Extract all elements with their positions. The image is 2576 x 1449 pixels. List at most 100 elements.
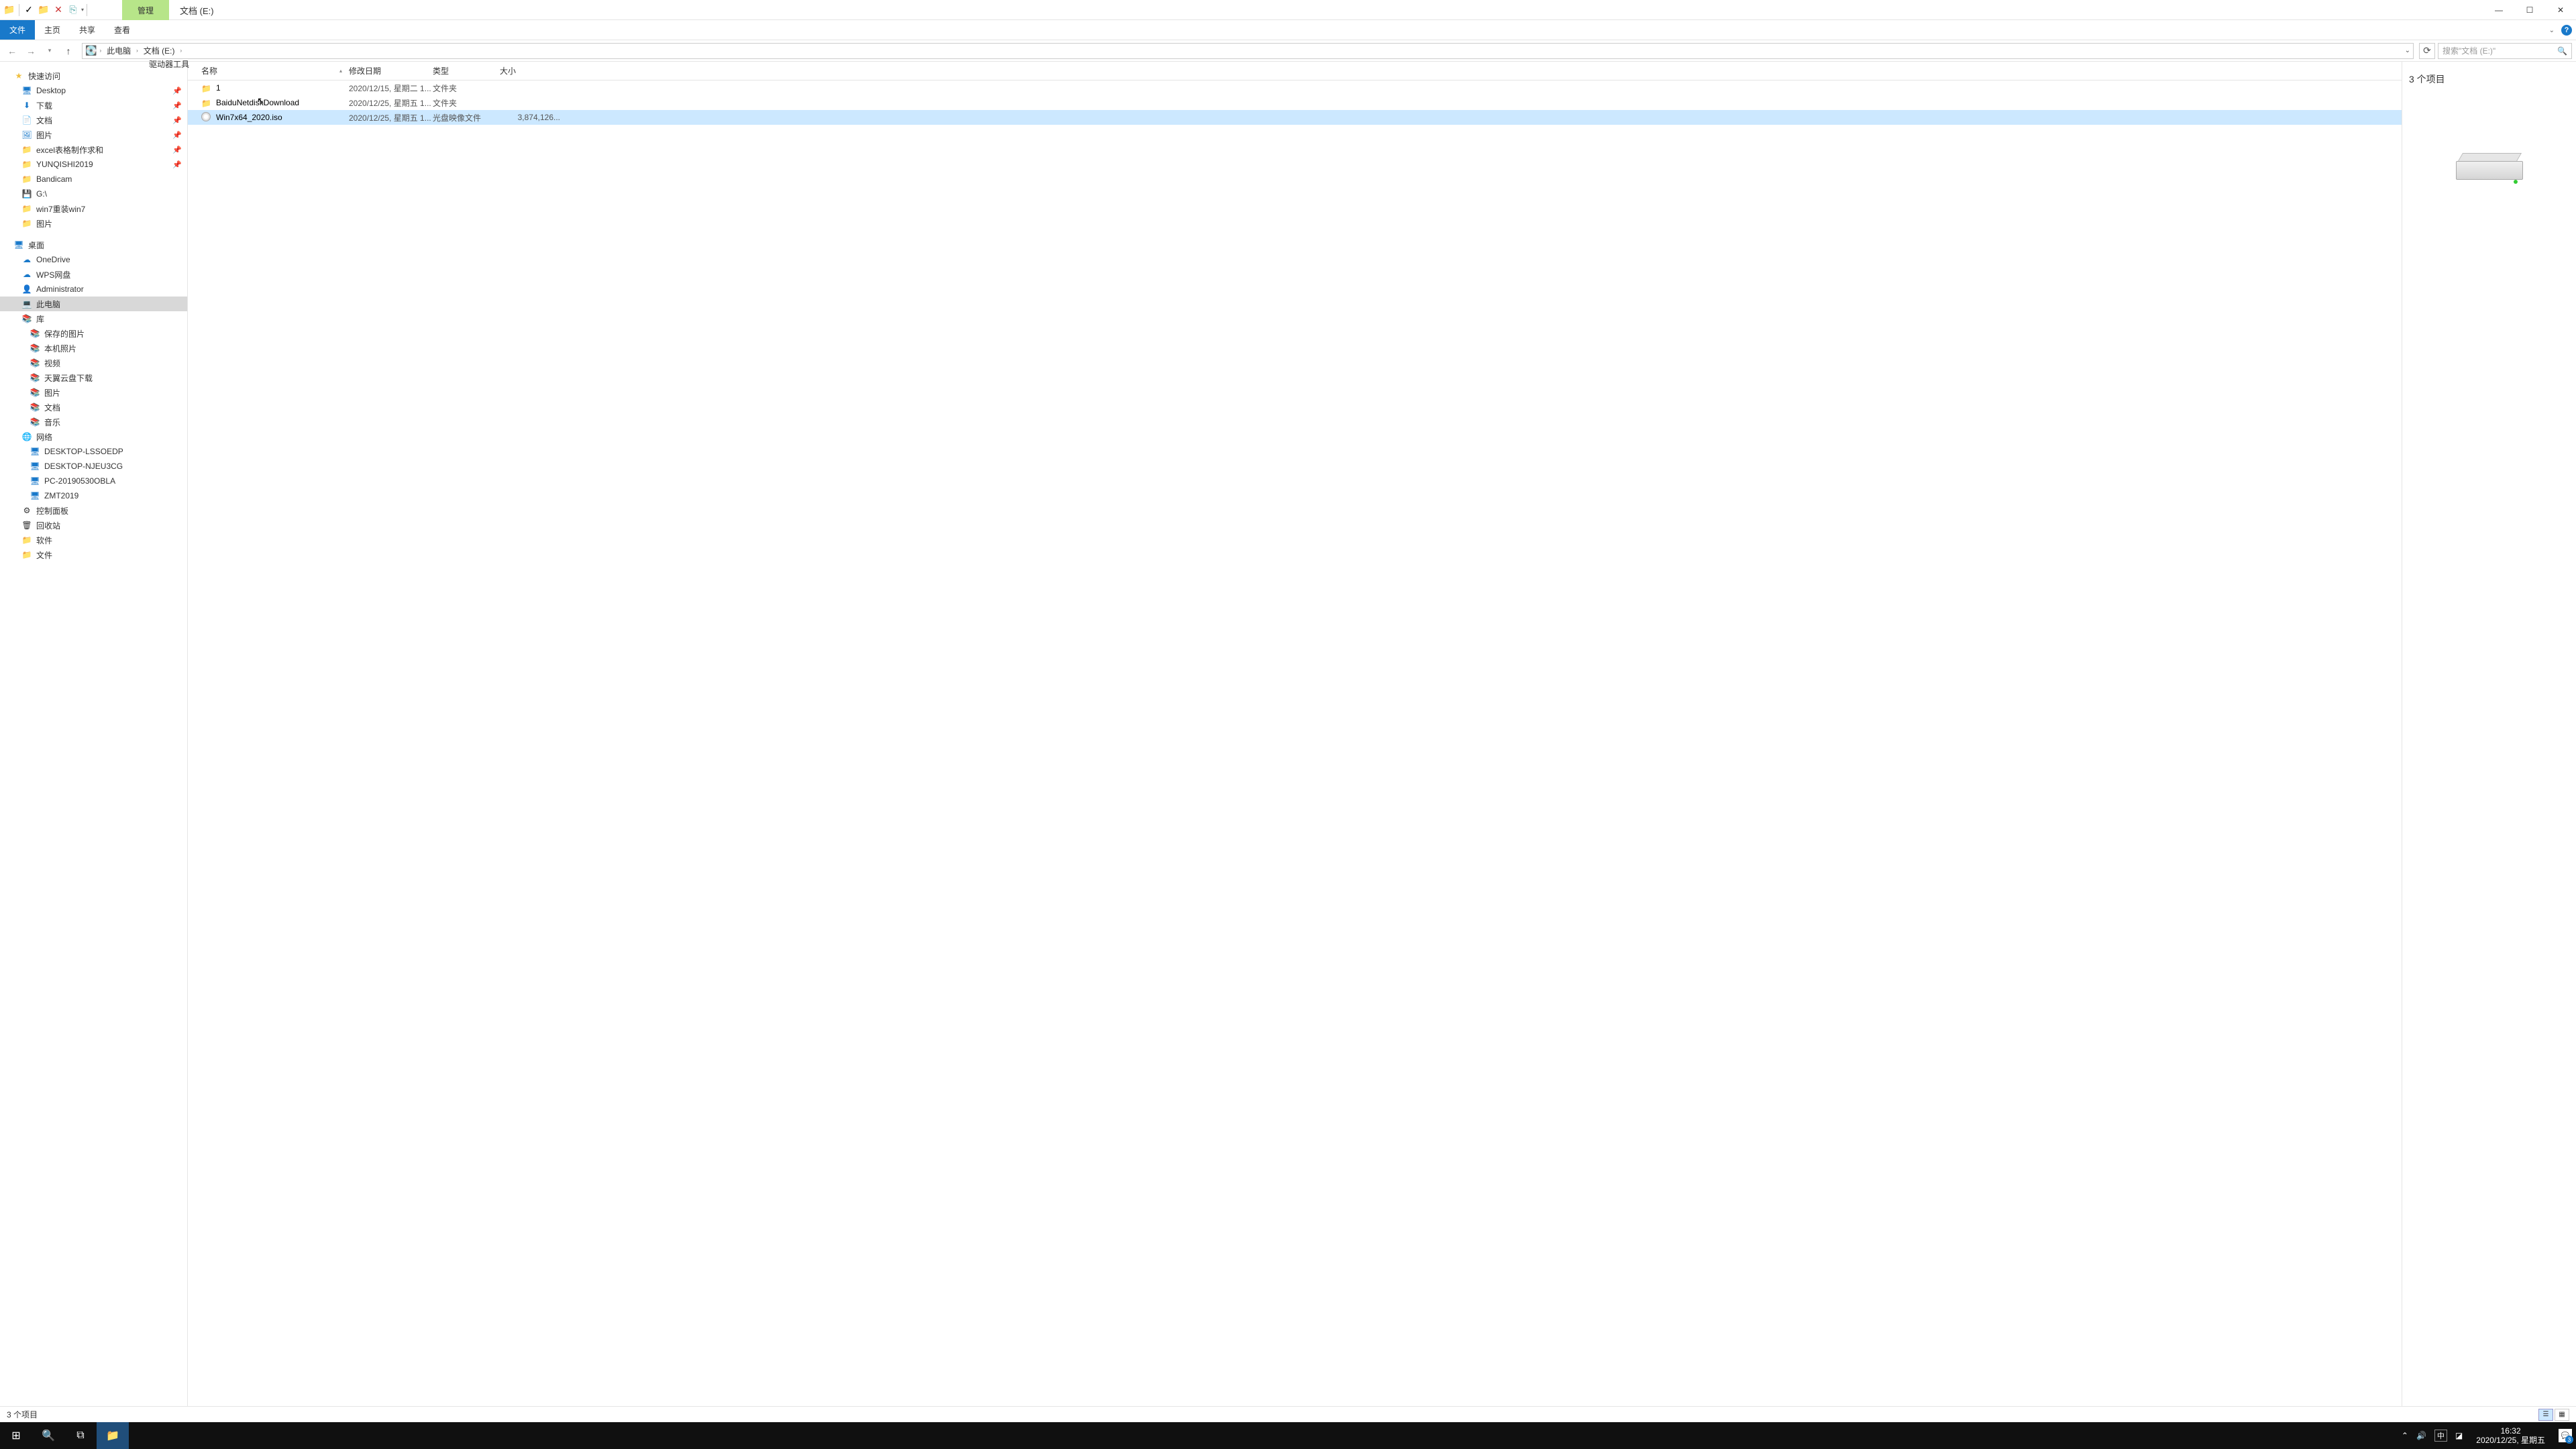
tree-item[interactable]: 📚文档 <box>0 400 187 415</box>
minimize-button[interactable]: — <box>2483 0 2514 20</box>
tree-item-label: 图片 <box>36 129 52 141</box>
tree-item[interactable]: 📚保存的图片 <box>0 326 187 341</box>
tree-item[interactable]: 📚天翼云盘下载 <box>0 370 187 385</box>
task-view-button[interactable]: ⧉ <box>64 1422 97 1449</box>
tree-item[interactable]: 📁YUNQISHI2019📌 <box>0 157 187 172</box>
fold-icon: 📁 <box>21 535 32 545</box>
tray-app-icon[interactable]: ◪ <box>2455 1431 2463 1440</box>
clock-date: 2020/12/25, 星期五 <box>2476 1436 2545 1445</box>
new-folder-icon[interactable]: 📁 <box>37 3 50 17</box>
pin-icon: 📌 <box>172 116 182 125</box>
ribbon-tab-share[interactable]: 共享 <box>70 20 105 40</box>
tree-item-label: excel表格制作求和 <box>36 144 103 156</box>
tree-item[interactable]: 📁Bandicam <box>0 172 187 186</box>
tree-item[interactable]: 📚视频 <box>0 356 187 370</box>
window-controls: — ☐ ✕ <box>2483 0 2576 20</box>
tree-item[interactable]: 📄文档📌 <box>0 113 187 127</box>
chevron-right-icon[interactable]: › <box>136 48 138 54</box>
tree-item[interactable]: 📁软件 <box>0 533 187 547</box>
tree-item[interactable]: 📚库 <box>0 311 187 326</box>
tree-item[interactable]: ⬇下载📌 <box>0 98 187 113</box>
ribbon-tab-view[interactable]: 查看 <box>105 20 140 40</box>
breadcrumb-this-pc[interactable]: 此电脑 <box>104 45 133 56</box>
ribbon-collapse-icon[interactable]: ⌄ <box>2549 27 2555 34</box>
file-name: 1 <box>216 83 349 93</box>
properties-icon[interactable]: ✓ <box>22 3 36 17</box>
help-icon[interactable]: ? <box>2561 25 2572 36</box>
tree-item[interactable]: 🖥PC-20190530OBLA <box>0 474 187 488</box>
rename-icon[interactable]: ⎘ <box>66 3 80 17</box>
start-button[interactable]: ⊞ <box>0 1422 32 1449</box>
tree-item[interactable]: 💾G:\ <box>0 186 187 201</box>
view-details-button[interactable]: ☰ <box>2538 1409 2553 1421</box>
tree-item[interactable]: 🖥ZMT2019 <box>0 488 187 503</box>
ribbon-tab-home[interactable]: 主页 <box>35 20 70 40</box>
desk-icon: 🖥 <box>13 239 24 250</box>
taskbar-explorer-button[interactable]: 📁 <box>97 1422 129 1449</box>
clock[interactable]: 16:32 2020/12/25, 星期五 <box>2471 1426 2551 1445</box>
ribbon-tab-file[interactable]: 文件 <box>0 20 35 40</box>
fold-icon: 📁 <box>21 218 32 229</box>
search-button[interactable]: 🔍 <box>32 1422 64 1449</box>
close-button[interactable]: ✕ <box>2545 0 2576 20</box>
file-list[interactable]: 📁12020/12/15, 星期二 1...文件夹📁BaiduNetdiskDo… <box>188 80 2402 1406</box>
column-type[interactable]: 类型 <box>433 65 500 76</box>
tree-item[interactable]: 📚本机照片 <box>0 341 187 356</box>
drive-preview-icon <box>2456 153 2523 186</box>
window-title: 文档 (E:) <box>173 0 221 20</box>
fold-icon: 📁 <box>21 549 32 560</box>
tree-item[interactable]: 💻此电脑 <box>0 297 187 311</box>
tree-item[interactable]: 📁win7重装win7 <box>0 201 187 216</box>
tree-item[interactable]: 📚图片 <box>0 385 187 400</box>
file-row[interactable]: 📁12020/12/15, 星期二 1...文件夹 <box>188 80 2402 95</box>
tree-item[interactable]: 📁excel表格制作求和📌 <box>0 142 187 157</box>
tree-item[interactable]: ★快速访问 <box>0 68 187 83</box>
ribbon-context-tab[interactable]: 管理 <box>122 0 169 20</box>
delete-icon[interactable]: ✕ <box>52 3 65 17</box>
lib-icon: 📚 <box>30 343 40 354</box>
tray-overflow-icon[interactable]: ⌃ <box>2402 1431 2408 1440</box>
refresh-button[interactable]: ⟳ <box>2419 43 2435 59</box>
file-name: BaiduNetdiskDownload <box>216 98 349 107</box>
pin-icon: 📌 <box>172 87 182 95</box>
address-dropdown-icon[interactable]: ⌄ <box>2405 47 2410 54</box>
tree-item[interactable]: 🖼图片📌 <box>0 127 187 142</box>
search-input[interactable]: 搜索"文档 (E:)" 🔍 <box>2438 43 2572 59</box>
nav-up-button[interactable]: ↑ <box>60 43 76 59</box>
search-icon[interactable]: 🔍 <box>2557 46 2567 56</box>
column-size[interactable]: 大小 <box>500 65 567 76</box>
file-row[interactable]: Win7x64_2020.iso2020/12/25, 星期五 1...光盘映像… <box>188 110 2402 125</box>
tree-item[interactable]: ☁WPS网盘 <box>0 267 187 282</box>
tree-item[interactable]: 📁文件 <box>0 547 187 562</box>
tree-item[interactable]: 👤Administrator <box>0 282 187 297</box>
chevron-right-icon[interactable]: › <box>99 48 101 54</box>
file-row[interactable]: 📁BaiduNetdiskDownload2020/12/25, 星期五 1..… <box>188 95 2402 110</box>
ime-indicator[interactable]: 中 <box>2434 1430 2447 1442</box>
system-tray: ⌃ 🔊 中 ◪ 16:32 2020/12/25, 星期五 💬3 <box>2402 1426 2576 1445</box>
volume-icon[interactable]: 🔊 <box>2416 1431 2426 1440</box>
address-bar[interactable]: 💽 › 此电脑 › 文档 (E:) › ⌄ <box>82 43 2414 59</box>
view-icons-button[interactable]: ▦ <box>2555 1409 2569 1421</box>
column-date[interactable]: 修改日期 <box>349 65 433 76</box>
tree-item-label: DESKTOP-LSSOEDP <box>44 447 123 456</box>
tree-item[interactable]: 📚音乐 <box>0 415 187 429</box>
tree-item[interactable]: 🖥桌面 <box>0 237 187 252</box>
tree-item-label: 控制面板 <box>36 505 68 517</box>
action-center-button[interactable]: 💬3 <box>2559 1429 2572 1442</box>
tree-item[interactable]: 🖥Desktop📌 <box>0 83 187 98</box>
maximize-button[interactable]: ☐ <box>2514 0 2545 20</box>
tree-item-label: 图片 <box>44 387 60 398</box>
navigation-tree[interactable]: ★快速访问🖥Desktop📌⬇下载📌📄文档📌🖼图片📌📁excel表格制作求和📌📁… <box>0 62 188 1406</box>
tree-item[interactable]: 🌐网络 <box>0 429 187 444</box>
tree-item[interactable]: ☁OneDrive <box>0 252 187 267</box>
qat-dropdown-icon[interactable]: ▾ <box>81 7 84 13</box>
tree-item[interactable]: 🖥DESKTOP-NJEU3CG <box>0 459 187 474</box>
tree-item[interactable]: 🗑回收站 <box>0 518 187 533</box>
column-name[interactable]: 名称▴ <box>201 65 349 76</box>
nav-back-button[interactable]: ← <box>4 43 20 59</box>
notification-badge: 3 <box>2565 1436 2573 1444</box>
tree-item[interactable]: 📁图片 <box>0 216 187 231</box>
nav-recent-dropdown[interactable]: ▾ <box>42 43 58 59</box>
tree-item[interactable]: 🖥DESKTOP-LSSOEDP <box>0 444 187 459</box>
tree-item[interactable]: ⚙控制面板 <box>0 503 187 518</box>
